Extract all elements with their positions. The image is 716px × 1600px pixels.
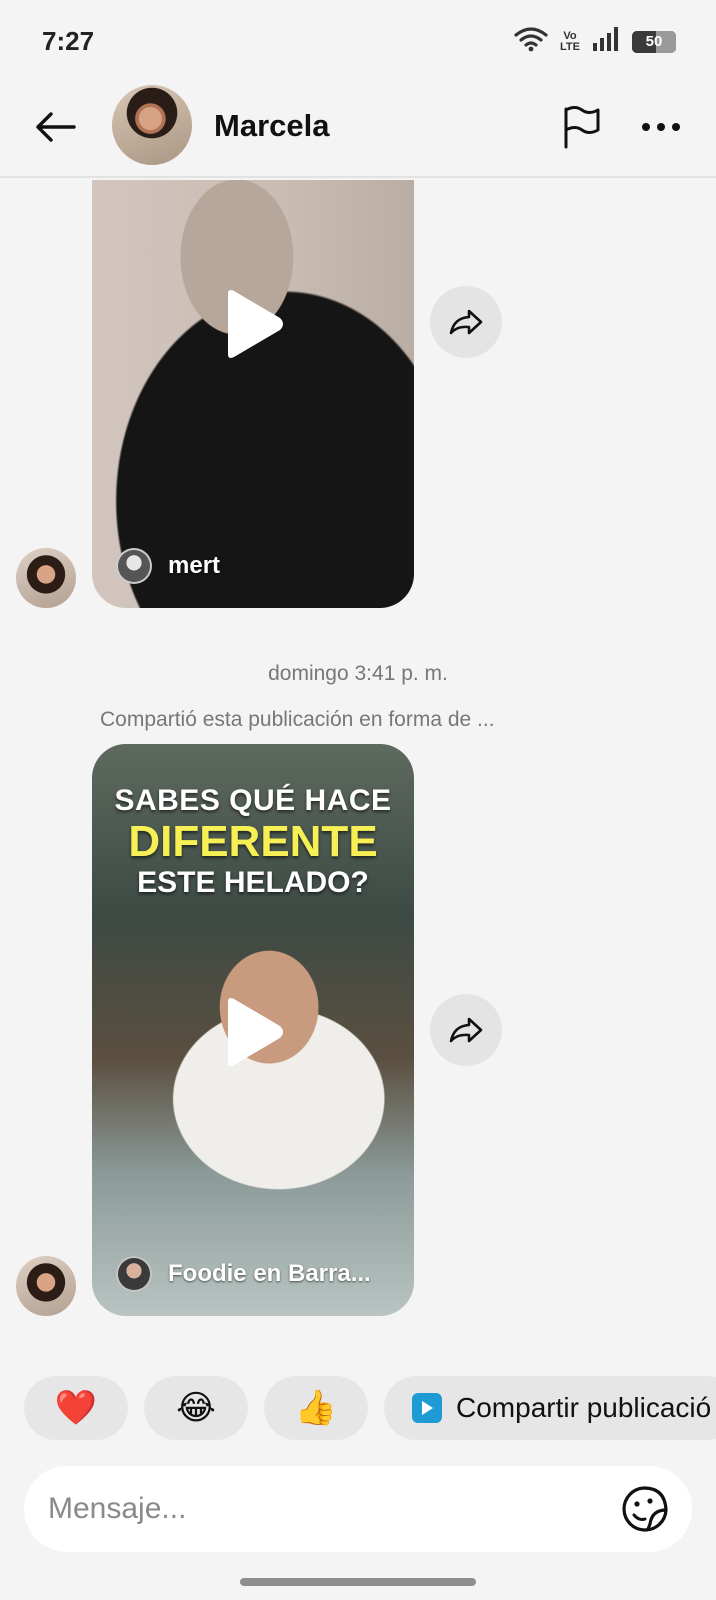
share-post-label: Compartir publicació	[456, 1392, 712, 1423]
reel-badge-icon	[412, 1393, 442, 1423]
back-button[interactable]	[30, 102, 80, 152]
battery-level: 50	[645, 33, 663, 50]
volte-top: Vo	[563, 29, 577, 42]
more-dots-icon	[642, 123, 680, 131]
report-button[interactable]	[556, 102, 606, 152]
signal-icon	[592, 27, 620, 56]
message-input[interactable]	[48, 1486, 588, 1532]
status-time: 7:27	[42, 26, 95, 56]
sticker-icon	[622, 1486, 668, 1532]
play-icon[interactable]	[220, 996, 286, 1068]
share-icon	[449, 1017, 483, 1043]
quick-replies: ❤️ 😂 👍 Compartir publicació	[24, 1376, 716, 1440]
sender-avatar[interactable]	[16, 548, 76, 608]
status-icons: Vo LTE 50	[514, 26, 676, 57]
sender-avatar[interactable]	[16, 1256, 76, 1316]
share-button[interactable]	[430, 286, 502, 358]
flag-icon	[564, 106, 600, 149]
wifi-icon	[514, 26, 548, 57]
volte-icon: Vo LTE	[560, 29, 580, 53]
reel-title-line-1: SABES QUÉ HACE	[114, 784, 392, 817]
quick-reply-laugh[interactable]: 😂	[144, 1376, 248, 1440]
author-name: mert	[168, 552, 221, 579]
reel-title-line-2: DIFERENTE	[128, 817, 378, 866]
share-icon	[449, 309, 483, 335]
contact-avatar[interactable]	[112, 85, 192, 165]
volte-bottom: LTE	[560, 40, 580, 53]
back-arrow-icon	[36, 112, 76, 142]
shared-caption: Compartió esta publicación en forma de .…	[100, 708, 495, 731]
home-indicator[interactable]	[240, 1578, 476, 1586]
reel-author[interactable]: Foodie en Barra...	[116, 1256, 371, 1292]
contact-name[interactable]: Marcela	[214, 108, 329, 144]
shared-reel-2[interactable]: SABES QUÉ HACE DIFERENTE ESTE HELADO? Fo…	[92, 744, 414, 1316]
status-bar: 7:27 Vo LTE 50	[0, 0, 716, 80]
quick-reply-heart[interactable]: ❤️	[24, 1376, 128, 1440]
play-icon[interactable]	[220, 288, 286, 360]
reel-author[interactable]: mert	[116, 548, 220, 584]
sticker-button[interactable]	[620, 1484, 670, 1534]
author-avatar	[116, 548, 152, 584]
share-button[interactable]	[430, 994, 502, 1066]
more-options-button[interactable]	[636, 102, 686, 152]
shared-reel-1[interactable]: mert	[92, 180, 414, 608]
author-name: Foodie en Barra...	[168, 1260, 371, 1287]
quick-reply-thumbs-up[interactable]: 👍	[264, 1376, 368, 1440]
chat-header: Marcela	[0, 80, 716, 178]
share-post-chip[interactable]: Compartir publicació	[384, 1376, 716, 1440]
message-timestamp: domingo 3:41 p. m.	[268, 662, 448, 685]
battery-icon: 50	[632, 30, 676, 53]
message-composer	[24, 1466, 692, 1552]
author-avatar	[116, 1256, 152, 1292]
reel-title: SABES QUÉ HACE DIFERENTE ESTE HELADO?	[92, 784, 414, 900]
reel-title-line-3: ESTE HELADO?	[137, 866, 369, 899]
